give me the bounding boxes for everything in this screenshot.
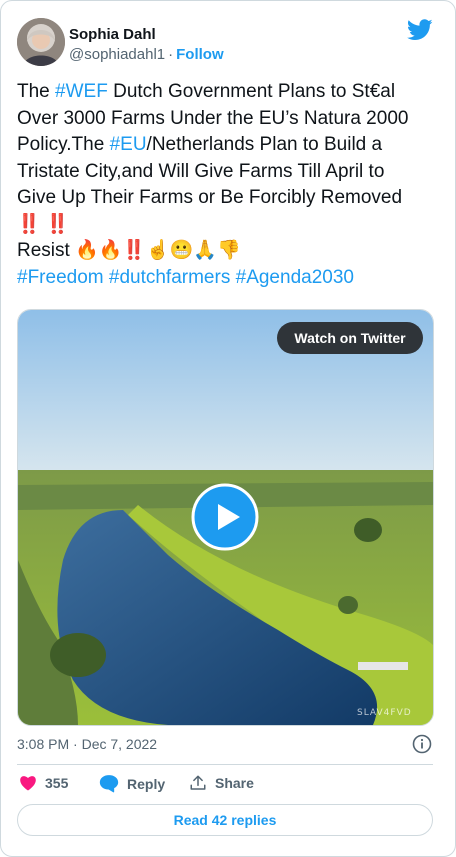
- like-count: 355: [45, 774, 69, 791]
- hashtag-link[interactable]: #Freedom: [17, 267, 104, 288]
- author-handle[interactable]: @sophiadahl1: [69, 46, 165, 63]
- tweet-text-segment: Give Up Their Farms or Be Forcibly Remov…: [17, 187, 403, 208]
- hashtag-link[interactable]: #EU: [110, 134, 147, 155]
- share-label: Share: [215, 775, 254, 791]
- tweet-line: Give Up Their Farms or Be Forcibly Remov…: [17, 185, 437, 212]
- video-watermark: SLAV4FVD: [357, 708, 412, 718]
- tweet-line: The #WEF Dutch Government Plans to St€al: [17, 79, 437, 106]
- reply-button[interactable]: Reply: [99, 774, 165, 793]
- tweet-text-segment: Dutch Government Plans to St€al: [107, 81, 396, 102]
- tweet-timestamp[interactable]: 3:08 PM · Dec 7, 2022: [17, 736, 157, 752]
- follow-button[interactable]: Follow: [176, 46, 224, 63]
- tweet-line: Over 3000 Farms Under the EU’s Natura 20…: [17, 106, 437, 133]
- tweet-text-segment: The: [17, 81, 56, 102]
- hashtag-link[interactable]: #WEF: [55, 81, 108, 102]
- tweet-line: Tristate City,and Will Give Farms Till A…: [17, 159, 437, 186]
- tweet-line: ‼️ ‼️: [17, 212, 437, 239]
- watch-on-twitter-button[interactable]: Watch on Twitter: [277, 322, 423, 354]
- tweet-card: Sophia Dahl @sophiadahl1 · Follow The #WEF…: [0, 0, 456, 857]
- play-icon[interactable]: [191, 483, 259, 551]
- author-name[interactable]: Sophia Dahl: [69, 26, 156, 43]
- hashtag-link[interactable]: #dutchfarmers: [109, 267, 230, 288]
- tweet-text-segment: ‼️ ‼️: [17, 213, 70, 235]
- tweet-line: Resist 🔥🔥‼️☝️😬🙏👎: [17, 238, 437, 265]
- divider: [17, 764, 433, 765]
- like-button[interactable]: 355: [19, 774, 68, 791]
- info-icon[interactable]: [412, 734, 432, 754]
- reply-label: Reply: [127, 775, 166, 792]
- tweet-text-segment: Policy.The: [17, 134, 110, 155]
- avatar[interactable]: [17, 18, 65, 66]
- separator-dot: ·: [168, 46, 174, 63]
- tweet-text: The #WEF Dutch Government Plans to St€al…: [17, 79, 437, 291]
- tweet-line: #Freedom #dutchfarmers #Agenda2030: [17, 265, 437, 292]
- share-button[interactable]: Share: [189, 774, 254, 792]
- twitter-logo-icon[interactable]: [407, 19, 433, 41]
- reply-bubble-icon: [99, 775, 119, 793]
- tweet-text-segment: Tristate City,and Will Give Farms Till A…: [17, 160, 385, 182]
- author-handle-row: @sophiadahl1 · Follow: [69, 46, 224, 63]
- share-icon: [190, 775, 206, 790]
- tweet-text-segment: Resist 🔥🔥‼️☝️😬🙏👎: [17, 240, 241, 261]
- read-replies-button[interactable]: Read 42 replies: [17, 804, 433, 836]
- heart-icon: [20, 776, 36, 791]
- tweet-line: Policy.The #EU/Netherlands Plan to Build…: [17, 132, 437, 159]
- hashtag-link[interactable]: #Agenda2030: [236, 267, 354, 288]
- tweet-text-segment: /Netherlands Plan to Build a: [146, 134, 383, 155]
- tweet-text-segment: Over 3000 Farms Under the EU’s Natura 20…: [17, 107, 409, 129]
